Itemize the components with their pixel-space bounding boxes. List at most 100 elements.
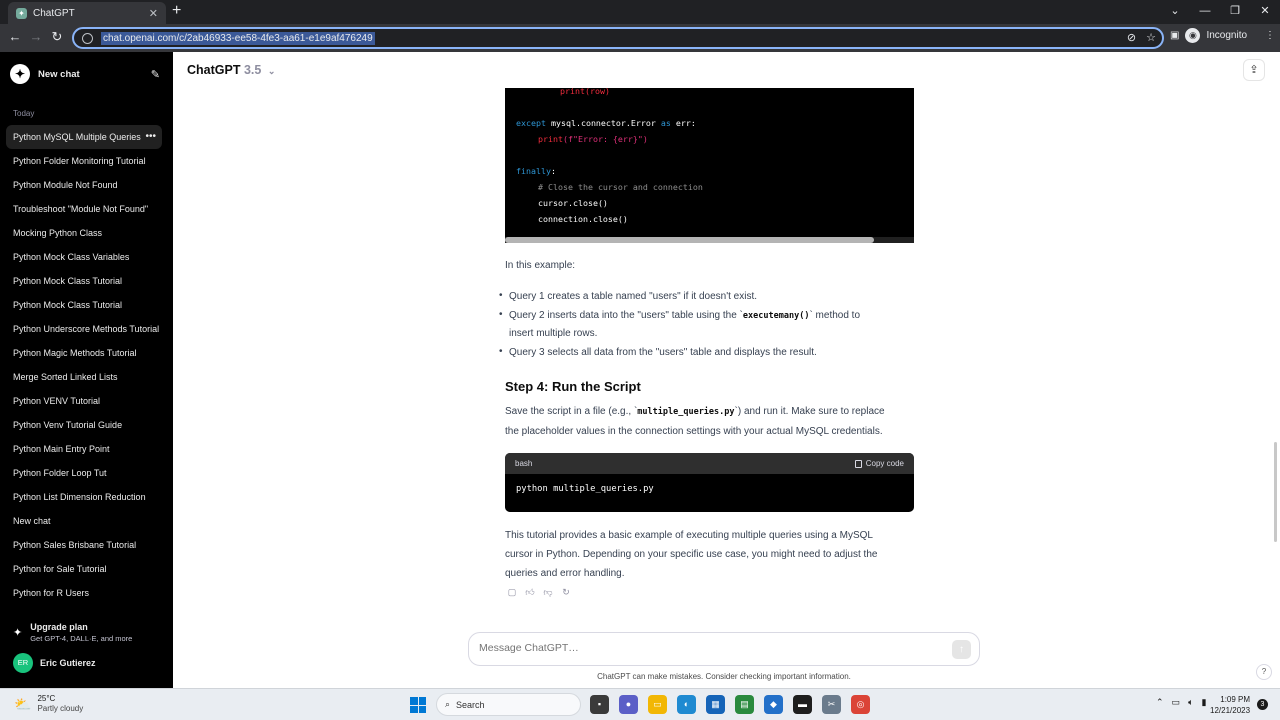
network-icon[interactable]: ▭	[1172, 697, 1181, 708]
windows-start-icon[interactable]	[410, 697, 426, 713]
regenerate-icon[interactable]: ↻	[561, 587, 571, 597]
history-item[interactable]: Python Mock Class Tutorial	[6, 293, 162, 317]
back-button[interactable]: ←	[6, 29, 24, 44]
chevron-up-icon[interactable]: ⌃	[1156, 697, 1164, 708]
copy-icon[interactable]: ▢	[507, 587, 517, 597]
volume-icon[interactable]: 🔈︎	[1188, 697, 1193, 708]
code-line: cursor.close()	[538, 198, 608, 208]
chat-icon[interactable]: ●	[619, 695, 638, 714]
inline-code: executemany()	[742, 311, 810, 321]
battery-icon[interactable]: ▮	[1201, 697, 1206, 708]
send-button[interactable]: ↑	[952, 640, 971, 659]
new-tab-button[interactable]: +	[172, 3, 181, 19]
tab-search-icon[interactable]: ⌄	[1160, 0, 1190, 24]
browser-tab[interactable]: ✦ ChatGPT ✕	[8, 2, 166, 24]
history-item[interactable]: New chat	[6, 509, 162, 533]
task-view-icon[interactable]: ▪	[590, 695, 609, 714]
chatgpt-favicon-icon: ✦	[16, 7, 27, 19]
time: 1:09 PM	[1220, 695, 1251, 704]
user-menu[interactable]: ER Eric Gutierez	[13, 653, 96, 673]
address-bar[interactable]: chat.openai.com/c/2ab46933-ee58-4fe3-aa6…	[72, 27, 1164, 49]
side-panel-icon[interactable]: ▣	[1170, 30, 1179, 41]
terminal-icon[interactable]: ▬	[793, 695, 812, 714]
history-item[interactable]: Mocking Python Class	[6, 221, 162, 245]
clipboard-icon	[854, 459, 862, 468]
code-token: print	[538, 134, 563, 144]
vscode-icon[interactable]: ◆	[764, 695, 783, 714]
history-item[interactable]: Python Sales Brisbane Tutorial	[6, 533, 162, 557]
store-icon[interactable]: ▦	[706, 695, 725, 714]
history-item[interactable]: Python Module Not Found	[6, 173, 162, 197]
browser-menu-icon[interactable]: ⋮	[1265, 30, 1275, 41]
taskbar-search[interactable]: ⌕ Search	[436, 693, 581, 716]
minimize-button[interactable]: —	[1190, 0, 1220, 24]
edge-icon[interactable]: ◐	[677, 695, 696, 714]
clock[interactable]: 1:09 PM 12/21/2023	[1210, 694, 1250, 716]
snipping-tool-icon[interactable]: ✂	[822, 695, 841, 714]
incognito-eye-icon[interactable]: ⊘	[1127, 31, 1136, 44]
new-chat-button[interactable]: ✦ New chat ✎	[10, 62, 160, 86]
close-window-button[interactable]: ✕	[1250, 0, 1280, 24]
message-input[interactable]	[479, 642, 939, 654]
weather-condition: Partly cloudy	[37, 704, 84, 713]
history-item[interactable]: Python VENV Tutorial	[6, 389, 162, 413]
forward-button[interactable]: →	[27, 29, 45, 44]
history-item-label: Python Mock Class Variables	[13, 252, 130, 262]
history-item[interactable]: Troubleshoot "Module Not Found"	[6, 197, 162, 221]
avatar: ER	[13, 653, 33, 673]
temperature: 25°C	[37, 694, 56, 703]
chrome-icon[interactable]: ◎	[851, 695, 870, 714]
history-item[interactable]: Python for Sale Tutorial	[6, 557, 162, 581]
copy-code-button[interactable]: Copy code	[854, 459, 904, 468]
history-item-label: Python Module Not Found	[13, 180, 118, 190]
history-item-label: Python VENV Tutorial	[13, 396, 101, 406]
notification-badge[interactable]: 3	[1257, 699, 1268, 710]
history-item[interactable]: Python Magic Methods Tutorial	[6, 341, 162, 365]
incognito-label[interactable]: Incognito	[1206, 30, 1247, 41]
history-item[interactable]: Python Folder Loop Tut	[6, 461, 162, 485]
history-item[interactable]: Python Main Entry Point	[6, 437, 162, 461]
bookmark-star-icon[interactable]: ☆	[1146, 31, 1156, 44]
history-item-label: Mocking Python Class	[13, 228, 103, 238]
spreadsheet-icon[interactable]: ▤	[735, 695, 754, 714]
code-language: bash	[515, 459, 533, 468]
history-item[interactable]: Python List Dimension Reduction	[6, 485, 162, 509]
model-name: ChatGPT	[187, 63, 241, 77]
list-item: Query 3 selects all data from the "users…	[509, 347, 817, 358]
close-tab-icon[interactable]: ✕	[149, 7, 158, 20]
history-item[interactable]: Python Mock Class Variables	[6, 245, 162, 269]
history-item-label: Python for Sale Tutorial	[13, 564, 107, 574]
system-tray: ⌃ ▭ 🔈︎ ▮	[1156, 697, 1206, 708]
share-button[interactable]: ⇪	[1243, 59, 1265, 81]
history-item[interactable]: Python Underscore Methods Tutorial	[6, 317, 162, 341]
site-info-icon[interactable]	[82, 32, 93, 44]
url-text[interactable]: chat.openai.com/c/2ab46933-ee58-4fe3-aa6…	[101, 31, 375, 45]
edit-icon[interactable]: ✎	[151, 68, 160, 81]
more-options-icon[interactable]: •••	[145, 125, 156, 149]
history-item[interactable]: Python Venv Tutorial Guide	[6, 413, 162, 437]
search-icon: ⌕	[445, 699, 451, 709]
history-item[interactable]: Python Folder Monitoring Tutorial	[6, 149, 162, 173]
sparkle-icon: ✦	[13, 627, 23, 639]
code-line: except mysql.connector.Error as err:	[516, 118, 696, 128]
history-item-label: Python Venv Tutorial Guide	[13, 420, 123, 430]
code-line: print(row)	[560, 86, 610, 96]
upgrade-subtitle: Get GPT-4, DALL·E, and more	[30, 634, 133, 643]
history-item[interactable]: Python Mock Class Tutorial	[6, 269, 162, 293]
history-item[interactable]: Python MySQL Multiple Queries •••	[6, 125, 162, 149]
page-scrollbar[interactable]	[1274, 442, 1277, 542]
thumbs-up-icon[interactable]: 👍︎	[525, 587, 535, 597]
history-item[interactable]: Python for R Users	[6, 581, 162, 605]
reload-button[interactable]: ↻	[48, 29, 66, 45]
model-selector[interactable]: ChatGPT 3.5 ⌄	[187, 63, 275, 77]
restore-button[interactable]: ❐	[1220, 0, 1250, 24]
history-item[interactable]: Merge Sorted Linked Lists	[6, 365, 162, 389]
code-token: finally	[516, 166, 551, 176]
upgrade-plan-button[interactable]: ✦ Upgrade plan Get GPT-4, DALL·E, and mo…	[13, 622, 132, 643]
bash-command: python multiple_queries.py	[516, 484, 654, 494]
file-explorer-icon[interactable]: ▭	[648, 695, 667, 714]
code-scrollbar[interactable]	[505, 237, 874, 243]
weather-widget[interactable]: ⛅ 25°C Partly cloudy	[14, 694, 83, 714]
thumbs-down-icon[interactable]: 👎︎	[543, 587, 553, 597]
help-button[interactable]: ?	[1256, 664, 1272, 680]
